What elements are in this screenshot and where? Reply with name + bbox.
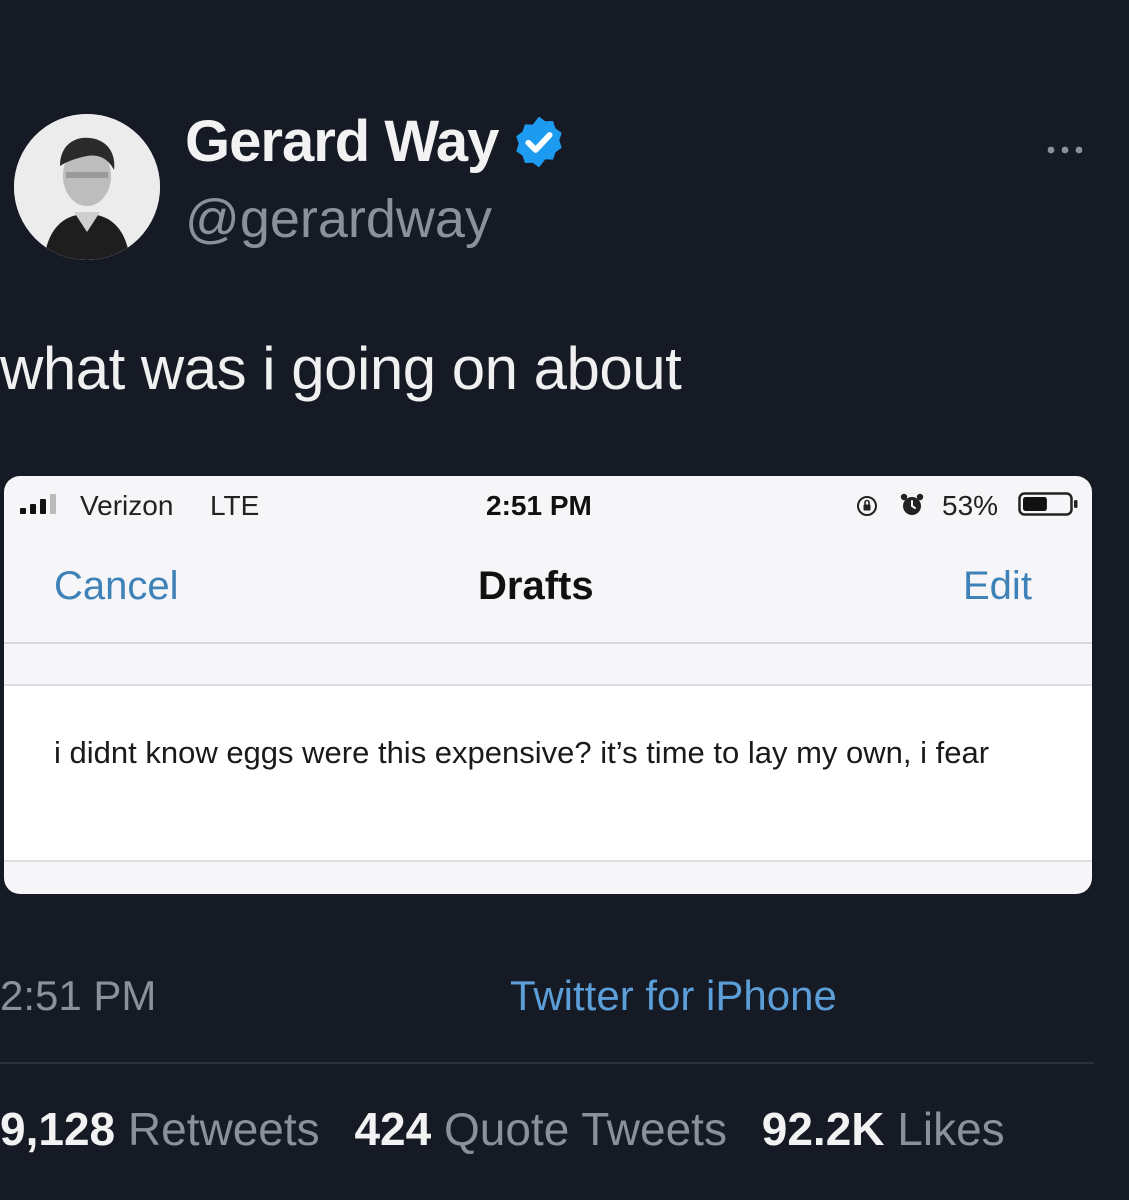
orientation-lock-icon: [855, 494, 879, 518]
quote-tweets-stat[interactable]: 424 Quote Tweets: [354, 1103, 727, 1155]
tweet-source-link[interactable]: Twitter for iPhone: [510, 972, 837, 1020]
signal-icon: [18, 492, 66, 516]
battery-percentage: 53%: [942, 490, 999, 521]
tweet-stats: 9,128 Retweets 424 Quote Tweets 92.2K Li…: [0, 1102, 1005, 1156]
retweets-stat[interactable]: 9,128 Retweets: [0, 1103, 320, 1155]
tweet-timestamp[interactable]: 2:51 PM: [0, 972, 156, 1020]
likes-label: Likes: [897, 1103, 1005, 1155]
cancel-button[interactable]: Cancel: [54, 564, 179, 609]
author-name-row: Gerard Way: [185, 108, 568, 175]
quote-tweets-label: Quote Tweets: [443, 1103, 727, 1155]
more-icon[interactable]: [1043, 140, 1087, 160]
verified-badge-icon: [510, 113, 568, 171]
profile-photo: [14, 114, 160, 260]
embedded-screenshot[interactable]: Verizon LTE 2:51 PM 53% Cancel Drafts Ed…: [4, 476, 1092, 894]
tweet-text: what was i going on about: [0, 335, 682, 402]
draft-list-item[interactable]: i didnt know eggs were this expensive? i…: [4, 686, 1092, 862]
network-type: LTE: [210, 490, 260, 521]
carrier-name: Verizon: [80, 490, 174, 521]
tweet-page: Gerard Way @gerardway what was i going o…: [0, 0, 1129, 1200]
status-bar-time: 2:51 PM: [486, 490, 592, 521]
list-separator: [4, 646, 1092, 686]
draft-text: i didnt know eggs were this expensive? i…: [54, 735, 990, 770]
likes-count: 92.2K: [761, 1103, 885, 1155]
retweets-label: Retweets: [127, 1103, 320, 1155]
retweets-count: 9,128: [0, 1103, 116, 1155]
drafts-title: Drafts: [478, 564, 594, 608]
drafts-nav-bar: Cancel Drafts Edit: [4, 532, 1092, 644]
author-display-name[interactable]: Gerard Way: [185, 108, 499, 175]
avatar[interactable]: [14, 114, 160, 260]
quote-tweets-count: 424: [354, 1103, 432, 1155]
divider: [0, 1062, 1094, 1064]
edit-button[interactable]: Edit: [963, 564, 1032, 609]
author-handle[interactable]: @gerardway: [185, 188, 492, 250]
likes-stat[interactable]: 92.2K Likes: [762, 1103, 1005, 1155]
alarm-icon: [899, 492, 925, 518]
battery-icon: [1018, 490, 1080, 518]
ios-status-bar: Verizon LTE 2:51 PM 53%: [4, 476, 1092, 532]
